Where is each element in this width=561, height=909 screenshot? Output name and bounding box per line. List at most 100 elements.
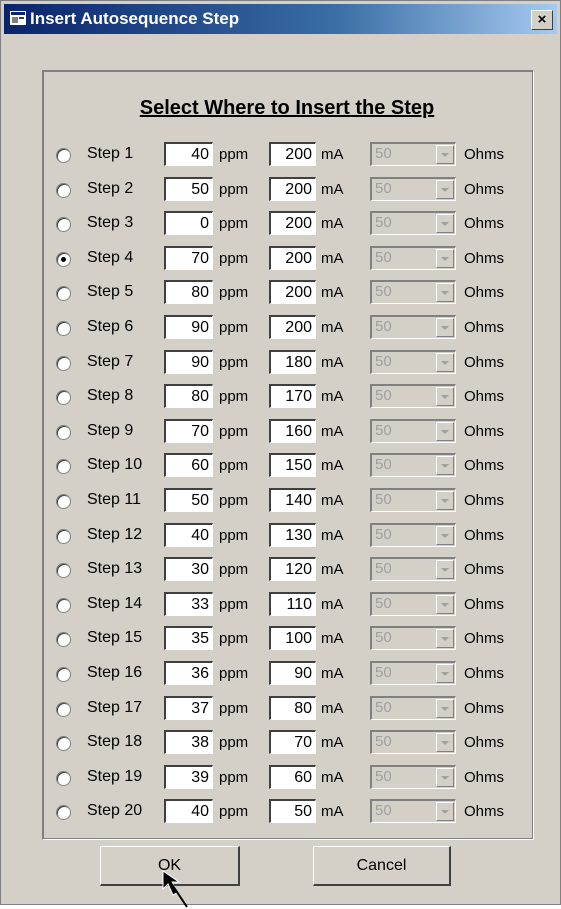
ppm-input[interactable]: 50 xyxy=(164,488,213,512)
cancel-button[interactable]: Cancel xyxy=(313,846,451,886)
ppm-unit-label: ppm xyxy=(219,665,249,682)
ppm-unit-label: ppm xyxy=(219,388,249,406)
step-radio[interactable] xyxy=(56,805,71,821)
step-label: Step 10 xyxy=(87,456,143,474)
ppm-input[interactable]: 30 xyxy=(164,557,213,582)
window-app-icon xyxy=(10,11,26,25)
step-radio[interactable] xyxy=(56,632,71,648)
ma-unit-label: mA xyxy=(321,284,344,302)
ppm-input[interactable]: 90 xyxy=(164,349,213,374)
ohms-value: 50 xyxy=(375,733,392,751)
step-radio[interactable] xyxy=(56,736,71,752)
ppm-unit-label: ppm xyxy=(219,526,249,544)
ma-input[interactable]: 200 xyxy=(269,315,316,339)
ohms-value: 50 xyxy=(375,629,392,647)
ppm-input[interactable]: 80 xyxy=(164,384,213,409)
ma-input[interactable]: 110 xyxy=(269,591,316,616)
ma-input[interactable]: 180 xyxy=(269,349,316,374)
ma-input[interactable]: 150 xyxy=(269,453,316,478)
ma-input[interactable]: 200 xyxy=(269,142,316,166)
title-bar[interactable]: Insert Autosequence Step × xyxy=(4,4,557,34)
ma-input[interactable]: 200 xyxy=(269,176,316,201)
step-radio[interactable] xyxy=(56,148,71,163)
ppm-unit-label: ppm xyxy=(219,492,249,509)
step-row: Step 7 90 ppm 180 mA 50 Ohms xyxy=(1,349,561,377)
step-radio[interactable] xyxy=(56,251,71,267)
step-row: Step 19 39 ppm 60 mA 50 Ohms xyxy=(1,764,561,792)
step-radio[interactable] xyxy=(56,563,71,579)
ohms-unit-label: Ohms xyxy=(464,803,505,821)
ppm-input[interactable]: 40 xyxy=(164,142,213,166)
ma-input[interactable]: 160 xyxy=(269,418,316,443)
step-row: Step 12 40 ppm 130 mA 50 Ohms xyxy=(1,522,561,550)
ma-input[interactable]: 60 xyxy=(269,764,316,789)
step-radio[interactable] xyxy=(56,424,71,440)
mouse-pointer-icon xyxy=(162,870,188,908)
step-label: Step 6 xyxy=(87,318,134,335)
ma-input[interactable]: 200 xyxy=(269,280,316,305)
ppm-input[interactable]: 37 xyxy=(164,695,213,720)
ma-input[interactable]: 100 xyxy=(269,626,316,651)
ppm-input[interactable]: 33 xyxy=(164,591,213,616)
ma-input[interactable]: 200 xyxy=(269,245,316,270)
step-radio[interactable] xyxy=(56,217,71,233)
step-radio[interactable] xyxy=(56,182,71,198)
ppm-input[interactable]: 40 xyxy=(164,799,213,824)
ppm-input[interactable]: 70 xyxy=(164,245,213,270)
step-radio[interactable] xyxy=(56,390,71,406)
ppm-input[interactable]: 40 xyxy=(164,522,213,547)
chevron-down-icon xyxy=(436,145,454,164)
step-radio[interactable] xyxy=(56,770,71,786)
ppm-unit-label: ppm xyxy=(219,249,249,267)
step-row: Step 20 40 ppm 50 mA 50 Ohms xyxy=(1,798,561,826)
ma-unit-label: mA xyxy=(321,353,344,371)
ppm-input[interactable]: 90 xyxy=(164,315,213,339)
ma-input[interactable]: 200 xyxy=(269,211,316,236)
ppm-input[interactable]: 0 xyxy=(164,211,213,236)
ppm-input[interactable]: 80 xyxy=(164,280,213,305)
ohms-dropdown: 50 xyxy=(370,730,456,755)
step-radio[interactable] xyxy=(56,459,71,475)
ppm-unit-label: ppm xyxy=(219,353,249,371)
ma-input[interactable]: 70 xyxy=(269,730,316,755)
ma-unit-label: mA xyxy=(321,803,344,821)
ppm-input[interactable]: 39 xyxy=(164,764,213,789)
ohms-dropdown: 50 xyxy=(370,799,456,824)
ma-input[interactable]: 50 xyxy=(269,799,316,824)
ppm-unit-label: ppm xyxy=(219,319,249,336)
ohms-value: 50 xyxy=(375,456,392,474)
ppm-input[interactable]: 38 xyxy=(164,730,213,755)
ppm-input[interactable]: 70 xyxy=(164,418,213,443)
ma-input[interactable]: 130 xyxy=(269,522,316,547)
step-radio[interactable] xyxy=(56,321,71,336)
ohms-value: 50 xyxy=(375,318,392,335)
ma-unit-label: mA xyxy=(321,388,344,406)
ohms-value: 50 xyxy=(375,491,392,508)
step-radio[interactable] xyxy=(56,494,71,509)
ma-input[interactable]: 120 xyxy=(269,557,316,582)
ppm-input[interactable]: 36 xyxy=(164,661,213,685)
step-radio[interactable] xyxy=(56,667,71,682)
ohms-unit-label: Ohms xyxy=(464,630,505,648)
ohms-dropdown: 50 xyxy=(370,764,456,789)
step-radio[interactable] xyxy=(56,355,71,371)
step-radio[interactable] xyxy=(56,528,71,544)
step-radio[interactable] xyxy=(56,701,71,717)
ppm-input[interactable]: 50 xyxy=(164,176,213,201)
step-radio[interactable] xyxy=(56,286,71,302)
ohms-dropdown: 50 xyxy=(370,488,456,512)
step-label: Step 1 xyxy=(87,145,134,162)
close-button[interactable]: × xyxy=(531,10,553,30)
ppm-input[interactable]: 35 xyxy=(164,626,213,651)
ma-unit-label: mA xyxy=(321,422,344,440)
step-row: Step 9 70 ppm 160 mA 50 Ohms xyxy=(1,418,561,446)
ma-input[interactable]: 140 xyxy=(269,488,316,512)
step-radio[interactable] xyxy=(56,597,71,613)
ohms-unit-label: Ohms xyxy=(464,665,505,682)
ma-input[interactable]: 80 xyxy=(269,695,316,720)
ma-input[interactable]: 170 xyxy=(269,384,316,409)
step-label: Step 12 xyxy=(87,525,143,543)
ppm-input[interactable]: 60 xyxy=(164,453,213,478)
ma-input[interactable]: 90 xyxy=(269,661,316,685)
step-row: Step 11 50 ppm 140 mA 50 Ohms xyxy=(1,487,561,515)
